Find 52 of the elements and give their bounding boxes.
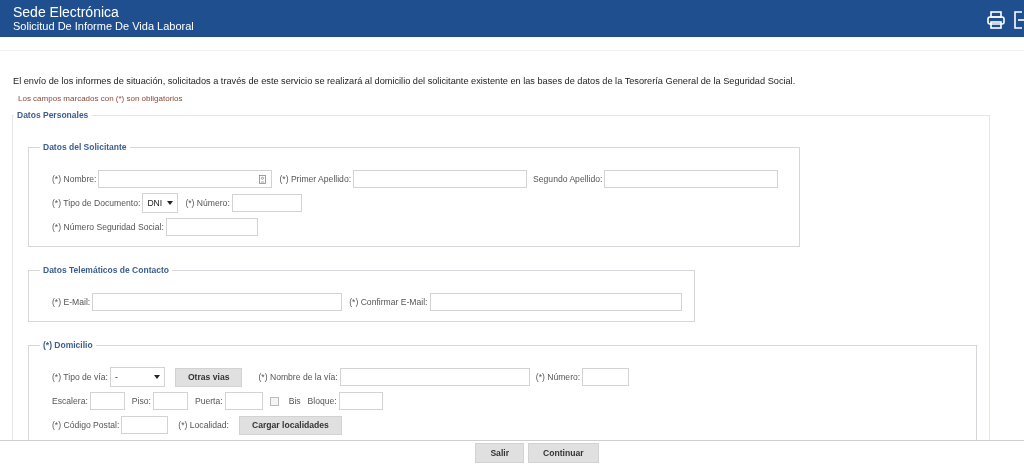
notice-text: El envío de los informes de situación, solicitados a través de este servicio se realizará al domicilio del solicitante existente en las bases de datos de la Tesorería General de la Seguridad Social. [13,75,797,87]
caret-icon [153,375,160,379]
field-label: (*) Número Seguridad Social: [52,222,164,232]
input-field[interactable] [231,194,302,212]
field-label: (*) Localidad: [178,420,229,430]
site-title: Sede Electrónica [13,4,120,20]
field-label: (*) Primer Apellido: [279,174,352,184]
input-field[interactable] [338,392,383,410]
field-label: Bloque: [307,396,337,406]
caret-icon [167,201,174,205]
footer-button[interactable]: Salir [475,443,525,463]
section-legend: Datos del Solicitante [40,142,130,152]
logout-icon[interactable] [1013,9,1024,30]
input-field[interactable] [224,392,263,410]
input-field[interactable] [429,293,682,311]
checkbox[interactable] [269,396,279,406]
field-label: Puerta: [194,396,223,406]
section-legend: Datos Personales [14,110,92,120]
field-label: (*) Número: [535,372,581,382]
field-label: (*) Tipo de Documento: [52,198,141,208]
input-field[interactable] [165,218,258,236]
action-button[interactable]: Cargar localidades [239,415,342,435]
input-field[interactable] [121,416,169,434]
dropdown[interactable]: DNI [142,193,179,213]
field-label: (*) Nombre: [52,174,97,184]
field-label: Segundo Apellido: [533,174,603,184]
dropdown[interactable]: - [109,367,165,387]
footer-button[interactable]: Continuar [528,443,599,463]
input-field[interactable] [98,170,273,188]
field-label: (*) Nombre de la vía: [258,372,338,382]
printer-icon[interactable] [986,9,1006,30]
field-label: Piso: [131,396,151,406]
input-field[interactable] [339,368,530,386]
input-field[interactable] [604,170,779,188]
contact-card-icon [259,174,267,184]
input-field[interactable] [582,368,630,386]
field-label: (*) E-Mail: [52,297,91,307]
action-button[interactable]: Otras vias [174,367,243,387]
field-label: (*) Número: [185,198,230,208]
input-field[interactable] [152,392,188,410]
input-field[interactable] [92,293,343,311]
section-legend: (*) Domicilio [40,340,96,350]
input-field[interactable] [89,392,125,410]
page-subtitle: Solicitud De Informe De Vida Laboral [13,19,194,33]
field-label: Escalera: [52,396,88,406]
section-legend: Datos Telemáticos de Contacto [40,265,172,275]
required-note: Los campos marcados con (*) son obligatorios [18,94,184,103]
field-label: (*) Código Postal: [52,420,120,430]
field-label: (*) Confirmar E-Mail: [349,297,428,307]
input-field[interactable] [353,170,528,188]
field-label: (*) Tipo de vía: [52,372,108,382]
field-label: Bis [288,396,301,406]
